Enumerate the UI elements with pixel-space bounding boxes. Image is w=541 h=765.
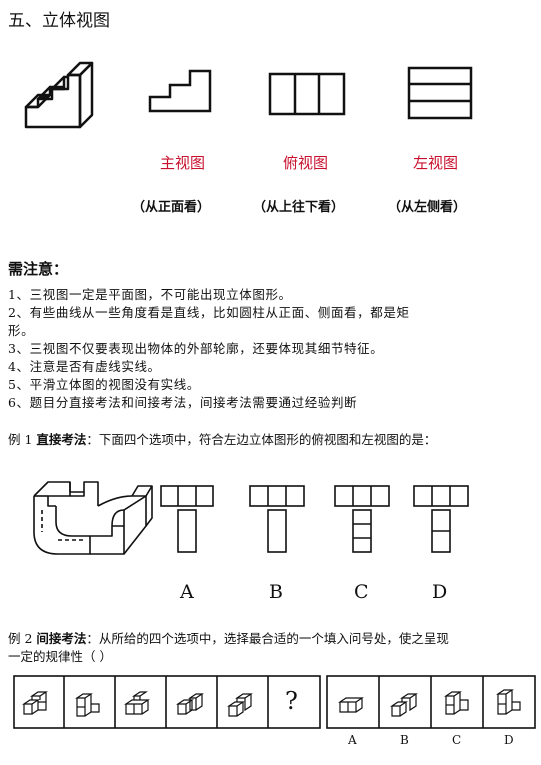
option-b-label[interactable]: B [400, 733, 409, 747]
note-item: 5、平滑立体图的视图没有实线。 [8, 377, 200, 392]
option-c-label[interactable]: C [354, 581, 369, 603]
example2-question: 例 2 间接考法：从所给的四个选项中，选择最合适的一个填入问号处，使之呈现 [8, 630, 449, 647]
example1-solid-figure [33, 481, 153, 555]
example1-text: ：下面四个选项中，符合左边立体图形的俯视图和左视图的是： [86, 432, 437, 447]
option-b-label[interactable]: B [269, 581, 283, 603]
example2-text-line2: 一定的规律性（ ） [8, 649, 112, 664]
example2-sequence-row [13, 675, 321, 729]
left-view-label: 左视图 [413, 154, 459, 172]
option-d-label[interactable]: D [432, 581, 447, 603]
note-item: 2、有些曲线从一些角度看是直线，比如圆柱从正面、侧面看，都是矩 [8, 305, 410, 320]
note-item: 形。 [8, 323, 35, 338]
option-a-label[interactable]: A [348, 733, 357, 747]
cube-stack-icon [338, 697, 364, 713]
front-view-label: 主视图 [160, 154, 206, 172]
example2-prefix: 例 2 [8, 631, 37, 646]
option-a-drawing [160, 485, 214, 553]
front-view-drawing [148, 69, 212, 113]
section-title: 五、立体视图 [8, 11, 110, 31]
option-b-drawing [249, 485, 305, 553]
option-c-drawing [334, 485, 390, 553]
left-view-drawing [407, 66, 473, 120]
question-mark: ? [285, 687, 298, 715]
cube-stack-icon [22, 691, 48, 715]
option-a-label[interactable]: A [180, 581, 194, 603]
top-view-label: 俯视图 [283, 154, 329, 172]
option-d-label[interactable]: D [504, 733, 514, 747]
cube-stack-icon [496, 689, 521, 715]
top-view-direction: （从上往下看） [253, 200, 345, 215]
cube-stack-icon [390, 693, 418, 717]
note-item: 1、三视图一定是平面图，不可能出现立体图形。 [8, 287, 292, 302]
example1-prefix: 例 1 [8, 432, 37, 447]
cube-stack-icon [176, 693, 204, 715]
cube-stack-icon [444, 691, 469, 715]
example1-question: 例 1 直接考法：下面四个选项中，符合左边立体图形的俯视图和左视图的是： [8, 431, 436, 448]
top-view-drawing [268, 72, 346, 116]
option-d-drawing [413, 485, 469, 553]
note-item: 4、注意是否有虚线实线。 [8, 359, 161, 374]
note-item: 6、题目分直接考法和间接考法，间接考法需要通过经验判断 [8, 395, 358, 410]
note-item: 3、三视图不仅要表现出物体的外部轮廓，还要体现其细节特征。 [8, 341, 384, 356]
left-view-direction: （从左侧看） [388, 200, 467, 215]
notes-heading: 需注意： [8, 260, 69, 278]
cube-stack-icon [75, 693, 100, 717]
cube-stack-icon [227, 693, 253, 717]
option-c-label[interactable]: C [452, 733, 461, 747]
example2-method: 间接考法 [36, 631, 87, 646]
cube-stack-icon [124, 691, 150, 715]
example2-text-line1: ：从所给的四个选项中，选择最合适的一个填入问号处，使之呈现 [86, 631, 449, 646]
stair-3d-figure [24, 61, 94, 129]
front-view-direction: （从正面看） [132, 200, 211, 215]
example1-method: 直接考法 [36, 432, 87, 447]
